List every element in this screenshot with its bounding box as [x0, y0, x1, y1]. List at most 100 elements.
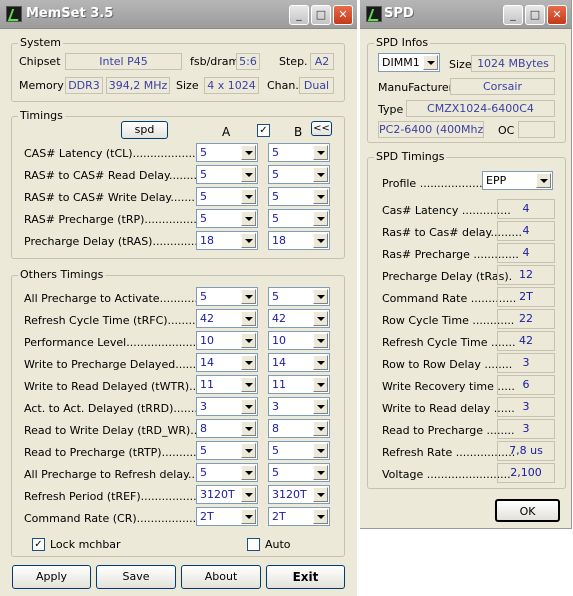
dimm-select[interactable]: DIMM1	[378, 53, 440, 72]
auto-checkbox[interactable]	[247, 538, 260, 551]
chevron-down-icon[interactable]	[313, 465, 328, 480]
about-button[interactable]: About	[181, 565, 261, 589]
chevron-down-icon[interactable]	[241, 233, 256, 248]
chevron-down-icon[interactable]	[241, 421, 256, 436]
spd-timing-label: Refresh Cycle Time .......	[382, 336, 516, 349]
chevron-down-icon[interactable]	[313, 289, 328, 304]
chevron-down-icon[interactable]	[241, 465, 256, 480]
chevron-down-icon[interactable]	[313, 311, 328, 326]
timing-a-select[interactable]: 5	[196, 187, 258, 206]
timing-a-select[interactable]: 8	[196, 419, 258, 438]
spd-titlebar[interactable]: SPD _ □ ✕	[360, 0, 571, 29]
chevron-down-icon[interactable]	[241, 189, 256, 204]
chevron-down-icon[interactable]	[313, 355, 328, 370]
chevron-down-icon[interactable]	[241, 167, 256, 182]
timing-a-select[interactable]: 3120T	[196, 485, 258, 504]
minimize-icon[interactable]: _	[503, 5, 523, 25]
timing-b-select[interactable]: 5	[268, 143, 330, 162]
timing-b-select[interactable]: 42	[268, 309, 330, 328]
chevron-down-icon[interactable]	[313, 443, 328, 458]
timing-b-select[interactable]: 11	[268, 375, 330, 394]
chevron-down-icon[interactable]	[313, 421, 328, 436]
timing-a-select[interactable]: 5	[196, 463, 258, 482]
memory-freq-value: 394,2 MHz	[106, 77, 170, 94]
timing-a-select[interactable]: 18	[196, 231, 258, 250]
profile-select[interactable]: EPP	[482, 171, 553, 190]
timing-b-select[interactable]: 5	[268, 287, 330, 306]
save-button[interactable]: Save	[96, 565, 176, 589]
chevron-down-icon[interactable]	[241, 377, 256, 392]
timing-b-select[interactable]: 3120T	[268, 485, 330, 504]
timing-b-value: 5	[272, 168, 279, 181]
chevron-down-icon[interactable]	[313, 233, 328, 248]
chevron-down-icon[interactable]	[241, 145, 256, 160]
type-label: Type	[378, 103, 404, 116]
timing-b-select[interactable]: 5	[268, 187, 330, 206]
spd-timing-label: Row to Row Delay ........	[382, 358, 513, 371]
link-ab-checkbox[interactable]: ✓	[257, 124, 270, 137]
chevron-down-icon[interactable]	[313, 487, 328, 502]
chevron-down-icon[interactable]	[241, 509, 256, 524]
timing-a-select[interactable]: 42	[196, 309, 258, 328]
chevron-down-icon[interactable]	[241, 211, 256, 226]
chevron-down-icon[interactable]	[313, 189, 328, 204]
timing-a-select[interactable]: 5	[196, 165, 258, 184]
chevron-down-icon[interactable]	[241, 399, 256, 414]
timing-a-select[interactable]: 10	[196, 331, 258, 350]
chevron-down-icon[interactable]	[423, 55, 438, 70]
timing-a-value: 5	[200, 290, 207, 303]
ok-button[interactable]: OK	[495, 499, 560, 522]
timing-b-value: 5	[272, 466, 279, 479]
chevron-down-icon[interactable]	[241, 289, 256, 304]
timing-a-select[interactable]: 5	[196, 287, 258, 306]
timing-b-select[interactable]: 8	[268, 419, 330, 438]
spd-size-value: 1024 MBytes	[471, 55, 555, 72]
timing-a-select[interactable]: 5	[196, 209, 258, 228]
minimize-icon[interactable]: _	[289, 5, 309, 25]
timing-a-select[interactable]: 11	[196, 375, 258, 394]
module-speed-value: PC2-6400 (400Mhz)	[378, 121, 484, 138]
chevron-down-icon[interactable]	[313, 399, 328, 414]
chevron-down-icon[interactable]	[536, 173, 551, 188]
timing-a-select[interactable]: 14	[196, 353, 258, 372]
chevron-down-icon[interactable]	[313, 509, 328, 524]
memset-titlebar[interactable]: MemSet 3.5 _ □ ✕	[0, 0, 357, 29]
spd-timing-value: 4	[497, 221, 555, 241]
copy-b-to-a-button[interactable]: <<	[311, 121, 332, 136]
timing-b-select[interactable]: 2T	[268, 507, 330, 526]
timing-b-select[interactable]: 3	[268, 397, 330, 416]
chevron-down-icon[interactable]	[313, 145, 328, 160]
chevron-down-icon[interactable]	[241, 355, 256, 370]
memset-title: MemSet 3.5	[26, 6, 114, 21]
chevron-down-icon[interactable]	[241, 443, 256, 458]
timing-b-select[interactable]: 5	[268, 165, 330, 184]
maximize-icon[interactable]: □	[525, 5, 545, 25]
close-icon[interactable]: ✕	[547, 5, 567, 25]
timing-b-select[interactable]: 18	[268, 231, 330, 250]
timing-b-select[interactable]: 5	[268, 209, 330, 228]
timing-b-select[interactable]: 5	[268, 441, 330, 460]
close-icon[interactable]: ✕	[333, 5, 353, 25]
timing-a-select[interactable]: 2T	[196, 507, 258, 526]
chevron-down-icon[interactable]	[313, 377, 328, 392]
chevron-down-icon[interactable]	[313, 167, 328, 182]
exit-button[interactable]: Exit	[266, 565, 345, 589]
chevron-down-icon[interactable]	[241, 487, 256, 502]
timing-b-select[interactable]: 5	[268, 463, 330, 482]
apply-button[interactable]: Apply	[12, 565, 91, 589]
timings-group-label: Timings	[18, 109, 65, 122]
chevron-down-icon[interactable]	[313, 211, 328, 226]
timing-a-select[interactable]: 5	[196, 441, 258, 460]
auto-label: Auto	[265, 538, 291, 551]
chevron-down-icon[interactable]	[313, 333, 328, 348]
size-label: Size	[176, 79, 199, 92]
timing-a-select[interactable]: 3	[196, 397, 258, 416]
timing-b-select[interactable]: 10	[268, 331, 330, 350]
chevron-down-icon[interactable]	[241, 333, 256, 348]
maximize-icon[interactable]: □	[311, 5, 331, 25]
timing-b-select[interactable]: 14	[268, 353, 330, 372]
timing-a-select[interactable]: 5	[196, 143, 258, 162]
spd-button[interactable]: spd	[121, 121, 168, 139]
lock-mchbar-checkbox[interactable]: ✓	[32, 538, 45, 551]
chevron-down-icon[interactable]	[241, 311, 256, 326]
